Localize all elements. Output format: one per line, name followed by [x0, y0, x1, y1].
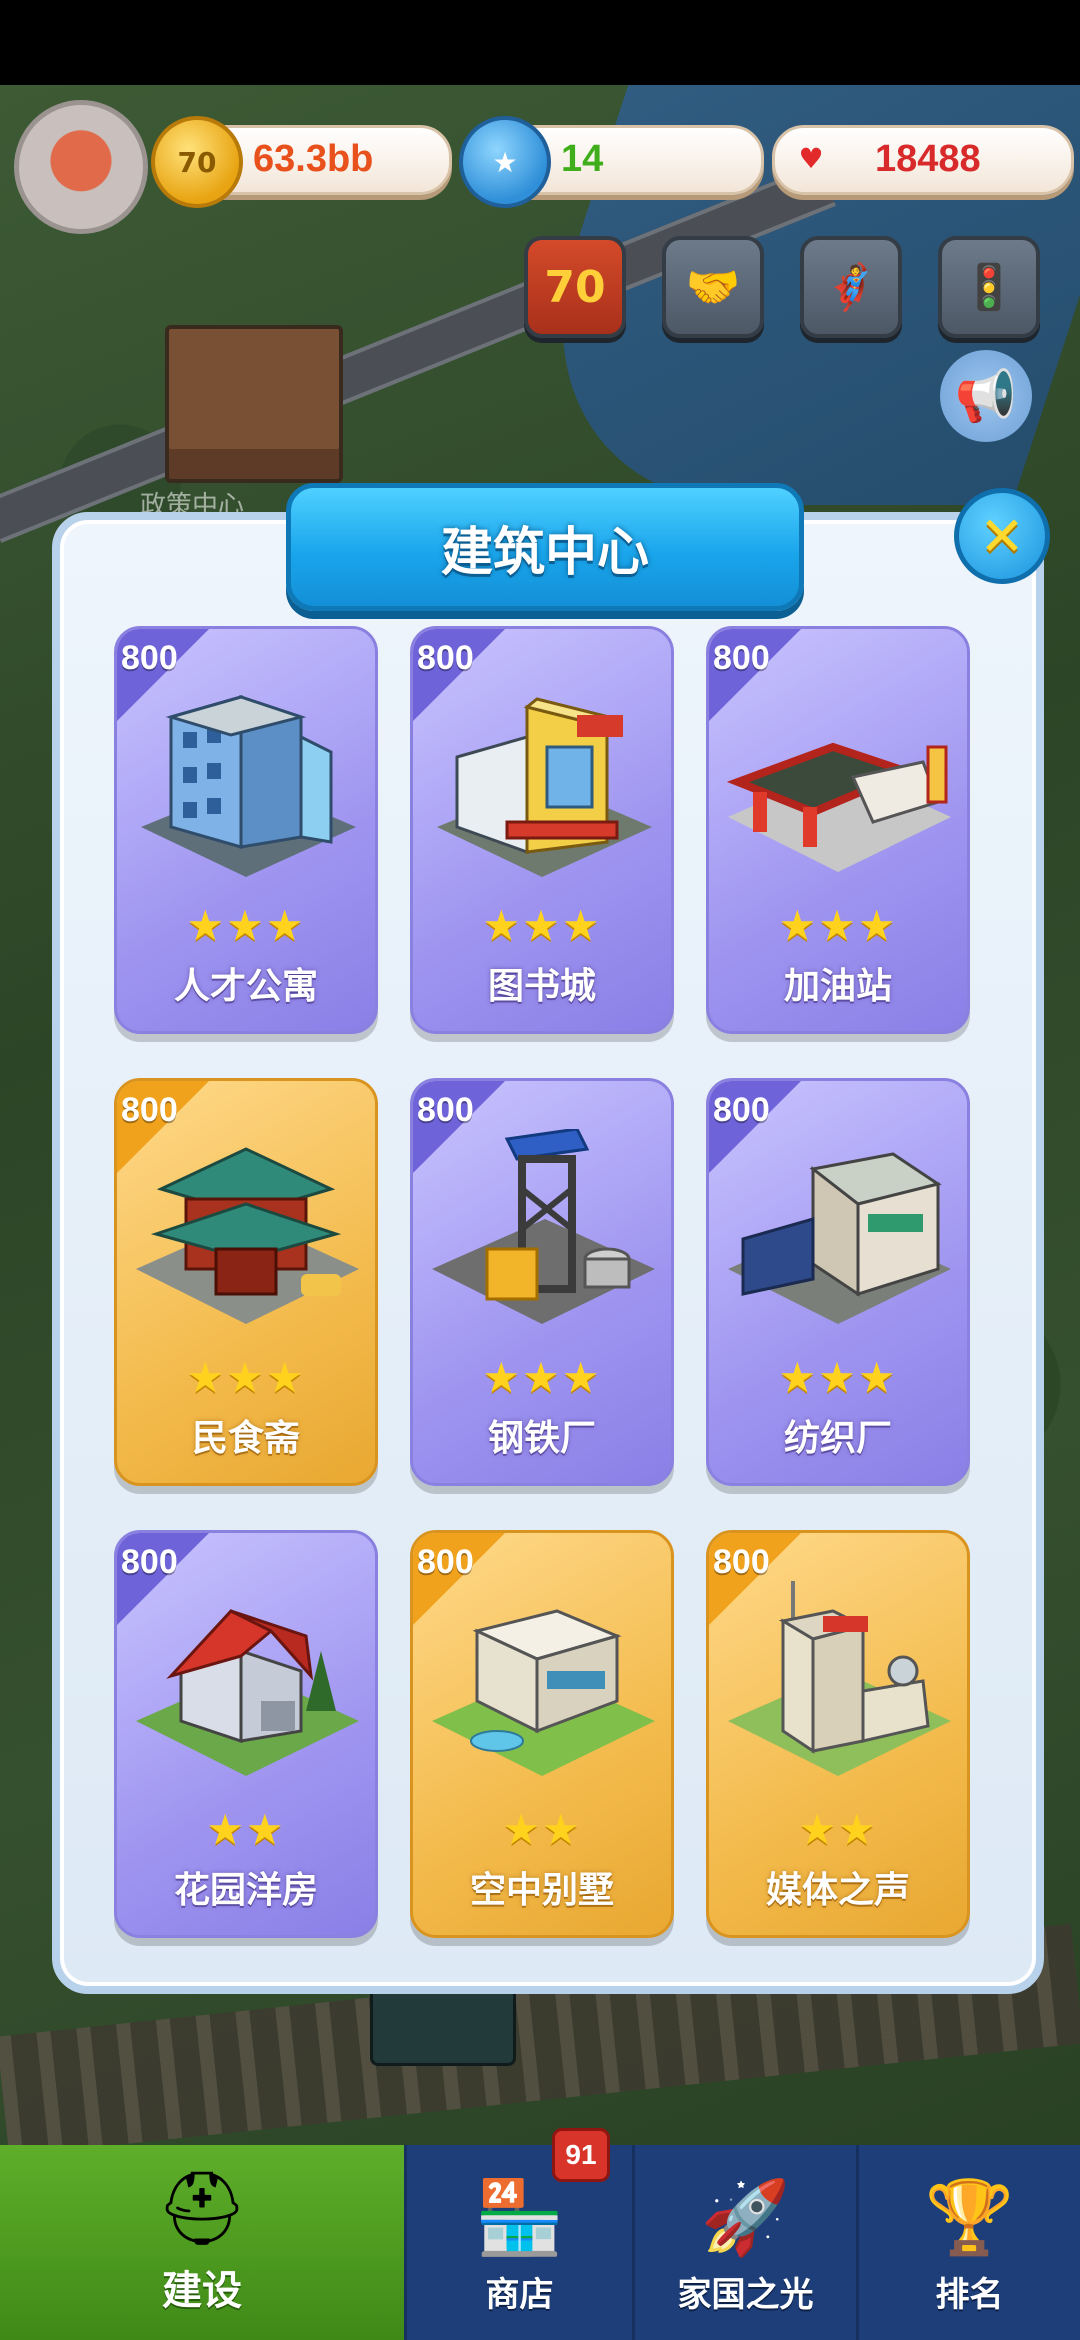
card-name: 纺织厂	[783, 1418, 892, 1459]
nav-label-shop: 商店	[485, 2275, 554, 2315]
card-stars: ★★★	[186, 901, 306, 950]
card-price: 800	[121, 639, 178, 677]
building-card-steel-mill[interactable]: 800 ★★★ 钢铁厂	[410, 1078, 674, 1486]
star-counter[interactable]: ★ 14	[459, 116, 764, 208]
announcement-horn-icon[interactable]: 📢	[940, 350, 1032, 442]
ranking-icon: 🏆	[924, 2174, 1015, 2259]
coin-icon: 70	[151, 116, 243, 208]
media-voice-illustration	[728, 1581, 951, 1776]
building-card-textile-mill[interactable]: 800 ★★★ 纺织厂	[706, 1078, 970, 1486]
book-city-illustration	[437, 697, 652, 877]
handshake-icon[interactable]: 🤝	[662, 236, 764, 338]
nav-tab-homeland-light[interactable]: 🚀 家国之光	[632, 2145, 856, 2340]
card-price: 800	[713, 1091, 770, 1129]
traffic-light-icon[interactable]: 🚦	[938, 236, 1040, 338]
card-stars: ★★★	[482, 1353, 602, 1402]
sky-villa-illustration	[432, 1609, 655, 1776]
card-price: 800	[121, 1543, 178, 1581]
card-price: 800	[121, 1091, 178, 1129]
star-icon: ★	[459, 116, 551, 208]
nav-label-build: 建设	[162, 2268, 242, 2314]
heart-icon: ♥	[798, 141, 824, 175]
card-name: 空中别墅	[469, 1870, 614, 1911]
shop-icon: 🏪	[474, 2174, 565, 2259]
nav-tab-build[interactable]: ⛑ 建设	[0, 2145, 404, 2340]
building-card-sky-villa[interactable]: 800 ★★ 空中别墅	[410, 1530, 674, 1938]
card-price: 800	[417, 1543, 474, 1581]
building-card-media-voice[interactable]: 800 ★★ 媒体之声	[706, 1530, 970, 1938]
card-stars: ★★★	[778, 1353, 898, 1402]
anniversary-70-icon[interactable]: 70	[524, 236, 626, 338]
policy-center-building[interactable]	[165, 325, 343, 483]
card-price: 800	[417, 1091, 474, 1129]
hard-hat-icon: ⛑	[156, 2165, 248, 2250]
panel-title-banner: 建筑中心	[286, 483, 804, 611]
card-name: 加油站	[783, 966, 892, 1007]
coin-value: 63.3bb	[253, 138, 374, 180]
card-name: 花园洋房	[173, 1870, 318, 1911]
card-name: 人才公寓	[173, 966, 318, 1007]
card-stars: ★★★	[186, 1353, 306, 1402]
card-price: 800	[713, 1543, 770, 1581]
shop-notification-badge: 91	[552, 2128, 610, 2182]
hero-icon[interactable]: 🦸	[800, 236, 902, 338]
close-button[interactable]: ✕	[954, 488, 1050, 584]
card-stars: ★★★	[778, 901, 898, 950]
min-shi-zhai-illustration	[136, 1147, 359, 1324]
gas-station-illustration	[726, 742, 951, 872]
card-price: 800	[417, 639, 474, 677]
star-value: 14	[561, 138, 604, 180]
talent-apartment-illustration	[141, 694, 356, 877]
player-avatar[interactable]	[14, 100, 148, 234]
heart-counter[interactable]: ♥ 18488	[772, 125, 1074, 195]
panel-title: 建筑中心	[440, 522, 649, 583]
coin-counter[interactable]: 70 63.3bb	[151, 116, 452, 208]
card-stars: ★★★	[482, 901, 602, 950]
card-name: 民食斋	[191, 1418, 300, 1459]
close-icon: ✕	[979, 504, 1025, 568]
card-price: 800	[713, 639, 770, 677]
heart-value: 18488	[875, 138, 981, 180]
building-card-gas-station[interactable]: 800 ★★★ 加油站	[706, 626, 970, 1034]
steel-mill-illustration	[432, 1129, 655, 1324]
building-card-book-city[interactable]: 800 ★★★ 图书城	[410, 626, 674, 1034]
nav-label-ranking: 排名	[935, 2275, 1004, 2315]
card-name: 图书城	[487, 966, 596, 1007]
nav-label-homeland-light: 家国之光	[677, 2275, 814, 2315]
nav-tab-ranking[interactable]: 🏆 排名	[856, 2145, 1080, 2340]
card-stars: ★★	[798, 1805, 878, 1854]
garden-villa-illustration	[136, 1609, 359, 1776]
card-name: 媒体之声	[765, 1870, 910, 1911]
card-name: 钢铁厂	[487, 1418, 596, 1459]
card-stars: ★★	[502, 1805, 582, 1854]
textile-mill-illustration	[728, 1152, 951, 1324]
rocket-icon: 🚀	[700, 2174, 791, 2259]
building-card-min-shi-zhai[interactable]: 800 ★★★ 民食斋	[114, 1078, 378, 1486]
card-stars: ★★	[206, 1805, 286, 1854]
building-card-garden-villa[interactable]: 800 ★★ 花园洋房	[114, 1530, 378, 1938]
building-card-talent-apartment[interactable]: 800 ★★★ 人才公寓	[114, 626, 378, 1034]
